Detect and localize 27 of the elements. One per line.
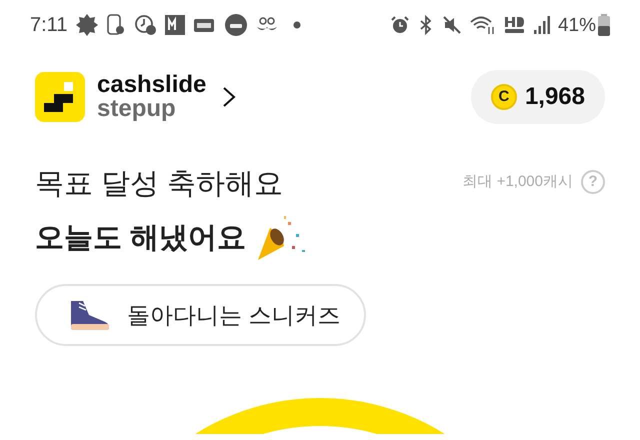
watch-icon <box>107 14 126 36</box>
dot-icon <box>293 21 302 29</box>
wifi-icon <box>470 15 496 35</box>
coin-icon: C <box>490 84 517 110</box>
signal-icon <box>534 15 550 35</box>
app-square-icon <box>165 15 186 35</box>
goal-title: 목표 달성 축하해요 <box>35 167 284 202</box>
badge-icon <box>76 14 98 36</box>
hd-voice-icon <box>504 15 526 35</box>
app-logo-icon <box>35 72 85 122</box>
coin-balance-pill[interactable]: C 1,968 <box>470 70 605 124</box>
battery-percent: 41% <box>558 16 596 34</box>
mute-icon <box>442 15 462 35</box>
status-time: 7:11 <box>30 15 68 35</box>
battery-icon <box>598 14 610 36</box>
reward-note: 최대 +1,000캐시 <box>462 172 573 192</box>
clock-icon <box>134 14 156 36</box>
app-tag-icon <box>194 17 216 33</box>
goal-headline: 오늘도 해냈어요 <box>35 221 246 256</box>
sneakers-chip[interactable]: 돌아다니는 스니커즈 <box>35 284 366 346</box>
chevron-right-icon[interactable] <box>222 86 236 108</box>
bluetooth-icon <box>418 15 434 35</box>
alarm-icon <box>390 15 410 35</box>
coin-amount: 1,968 <box>524 82 585 112</box>
brand-subtitle: stepup <box>97 97 177 121</box>
mustache-icon <box>256 17 278 33</box>
brand-name: cashslide <box>97 73 206 97</box>
